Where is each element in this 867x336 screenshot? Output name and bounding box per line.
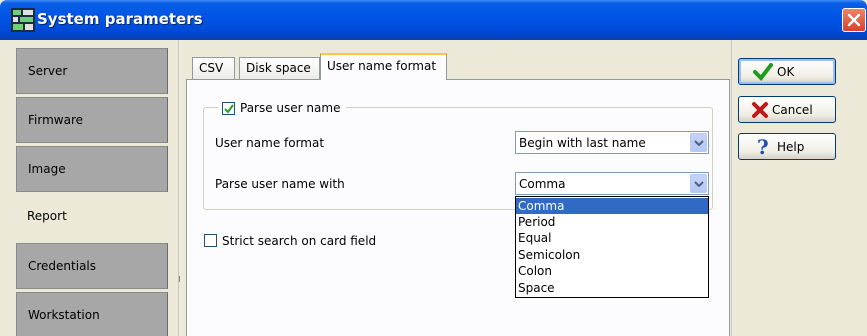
parse-with-label: Parse user name with: [215, 177, 345, 191]
nav-item-label: Server: [28, 64, 68, 78]
window-title: System parameters: [37, 10, 203, 28]
splitter-handle[interactable]: [179, 276, 183, 282]
parse-with-dropdown-list[interactable]: Comma Period Equal Semicolon Colon Space: [515, 196, 709, 298]
nav-item-workstation[interactable]: Workstation: [16, 292, 168, 336]
nav-item-label: Credentials: [28, 259, 97, 273]
nav-item-server[interactable]: Server: [16, 48, 168, 94]
app-grid-icon: [11, 8, 35, 32]
parse-user-name-checkbox[interactable]: [222, 102, 235, 115]
strict-search-checkbox[interactable]: [204, 234, 217, 247]
nav-item-label: Image: [28, 162, 66, 176]
dropdown-option-semicolon[interactable]: Semicolon: [516, 247, 708, 263]
help-button[interactable]: ? Help: [738, 133, 836, 160]
tab-user-name-format[interactable]: User name format: [320, 53, 447, 80]
dropdown-option-comma[interactable]: Comma: [516, 198, 708, 214]
checkmark-icon: [224, 104, 234, 114]
dropdown-option-equal[interactable]: Equal: [516, 230, 708, 246]
parse-user-name-label: Parse user name: [240, 101, 341, 115]
nav-item-image[interactable]: Image: [16, 146, 168, 192]
chevron-down-icon: [694, 140, 704, 146]
dropdown-button[interactable]: [690, 133, 707, 152]
dropdown-option-space[interactable]: Space: [516, 280, 708, 296]
close-button[interactable]: [842, 8, 866, 32]
checkmark-icon: [753, 63, 773, 81]
ok-label: OK: [777, 65, 795, 79]
chevron-down-icon: [694, 181, 704, 187]
nav-divider: [178, 40, 180, 336]
title-bar: System parameters: [0, 0, 867, 40]
ok-button[interactable]: OK: [738, 58, 836, 85]
close-icon: [847, 13, 861, 27]
dropdown-option-period[interactable]: Period: [516, 214, 708, 230]
tab-disk-space[interactable]: Disk space: [239, 57, 320, 79]
tab-label: User name format: [327, 59, 437, 73]
user-name-format-label: User name format: [215, 136, 325, 150]
button-panel-divider: [731, 40, 733, 336]
nav-item-credentials[interactable]: Credentials: [16, 243, 168, 289]
user-name-format-value: Begin with last name: [519, 136, 646, 150]
nav-item-label: Firmware: [28, 113, 83, 127]
nav-item-label: Report: [27, 209, 67, 223]
tab-label: CSV: [199, 61, 224, 75]
strict-search-label: Strict search on card field: [222, 234, 377, 248]
nav-item-firmware[interactable]: Firmware: [16, 97, 168, 143]
parse-with-value: Comma: [519, 177, 566, 191]
cancel-label: Cancel: [772, 103, 813, 117]
user-name-format-select[interactable]: Begin with last name: [515, 131, 709, 154]
cancel-button[interactable]: Cancel: [738, 96, 836, 123]
left-navigation: Server Firmware Image Report Credentials…: [0, 40, 181, 336]
nav-item-report[interactable]: Report: [16, 194, 181, 240]
dropdown-button[interactable]: [690, 174, 707, 193]
cancel-x-icon: [752, 102, 768, 118]
parse-with-select[interactable]: Comma: [515, 172, 709, 195]
tab-label: Disk space: [246, 61, 311, 75]
nav-item-label: Workstation: [28, 308, 100, 322]
tab-csv[interactable]: CSV: [192, 57, 235, 79]
help-question-icon: ?: [757, 135, 769, 159]
help-label: Help: [777, 140, 805, 154]
dropdown-option-colon[interactable]: Colon: [516, 263, 708, 279]
